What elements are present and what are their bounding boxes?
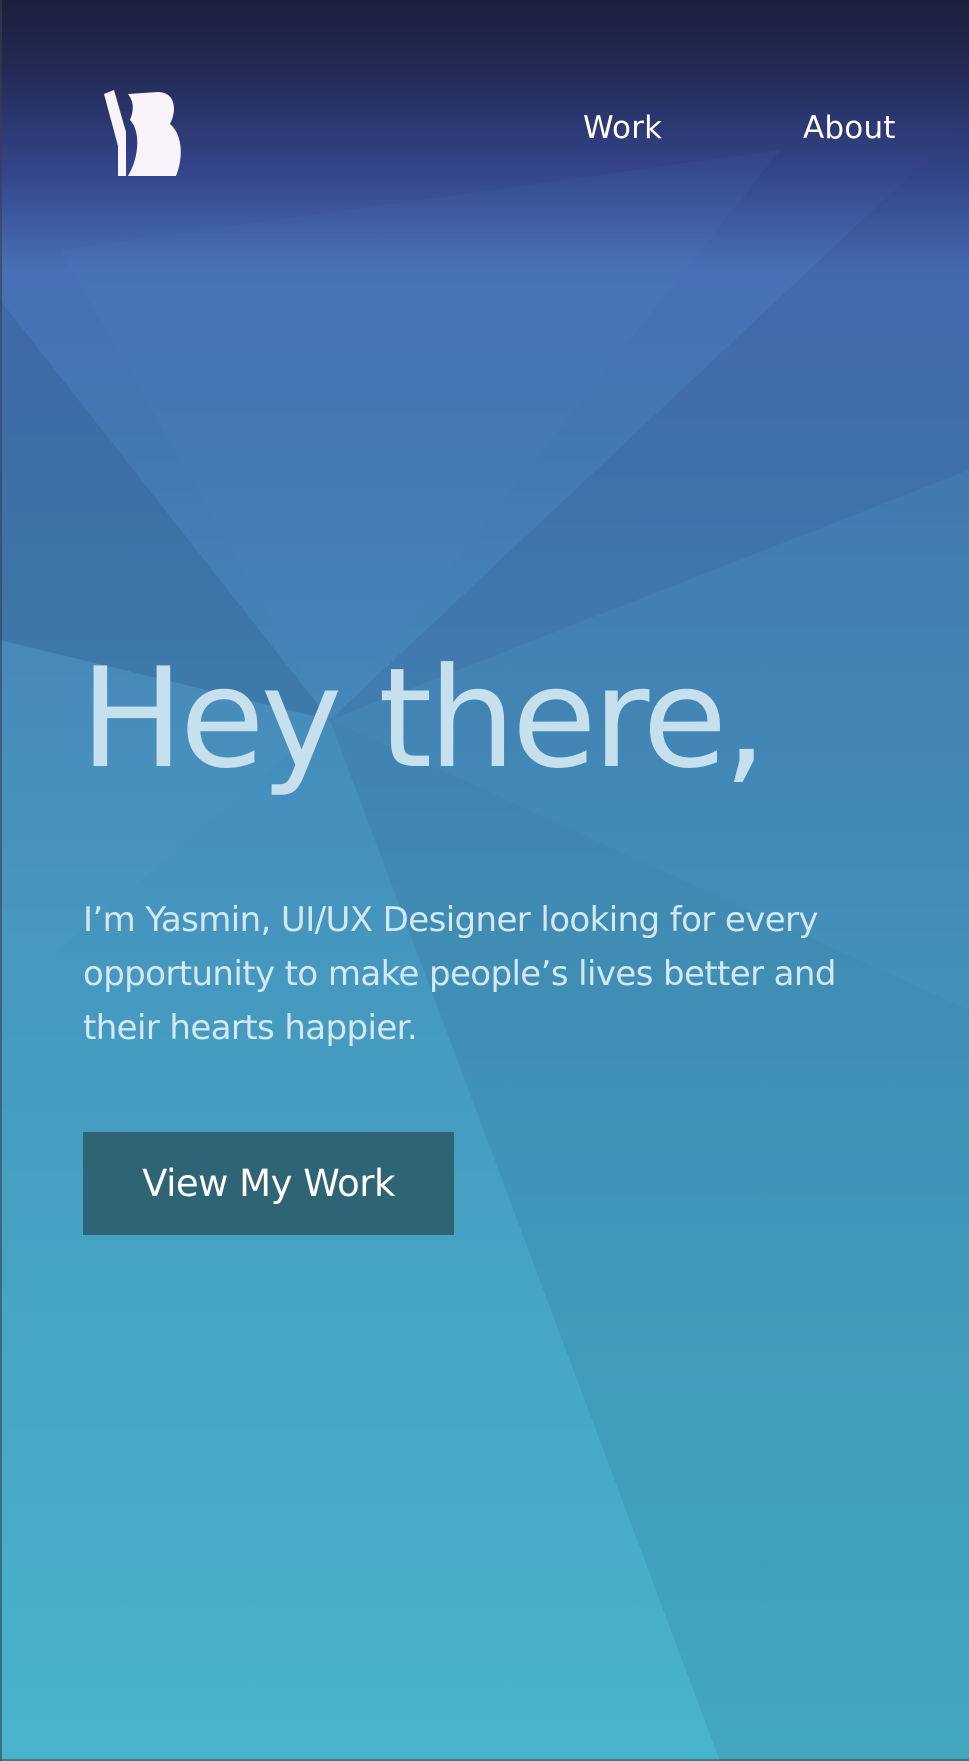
nav-about-link[interactable]: About	[803, 110, 896, 146]
yb-logo-icon[interactable]	[100, 86, 182, 178]
hero-title: Hey there,	[80, 638, 767, 799]
hero-intro-text: I’m Yasmin, UI/UX Designer looking for e…	[83, 900, 836, 1048]
nav-work-link[interactable]: Work	[583, 110, 662, 146]
hero-section: Work About Hey there, I’m Yasmin, UI/UX …	[0, 0, 969, 1761]
view-my-work-button[interactable]: View My Work	[83, 1132, 454, 1235]
background-rays	[0, 120, 969, 1761]
window-edge	[0, 0, 2, 1761]
